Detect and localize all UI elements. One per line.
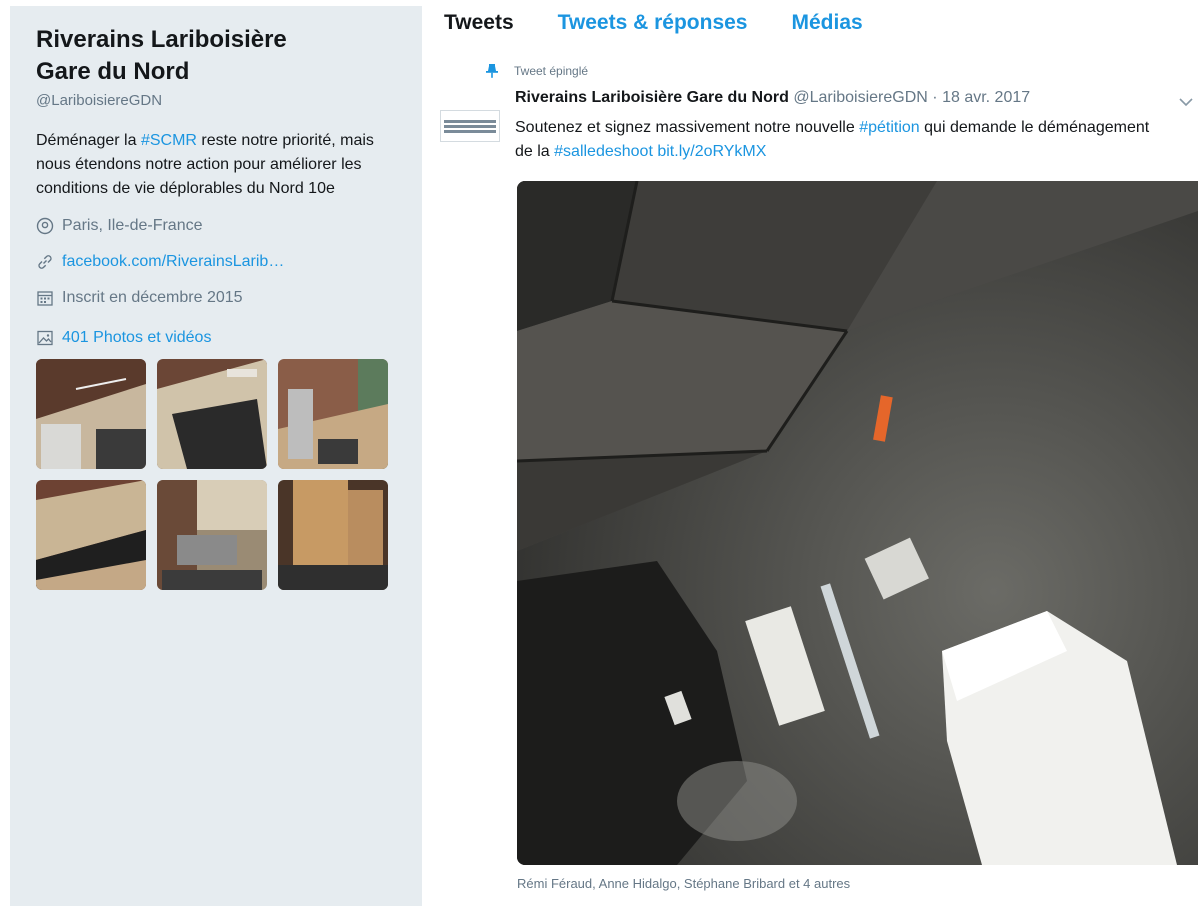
profile-bio: Déménager la #SCMR reste notre priorité,… xyxy=(36,129,386,201)
tweet-avatar[interactable] xyxy=(440,110,500,142)
pinned-tweet-label: Tweet épinglé xyxy=(486,64,588,78)
profile-website[interactable]: facebook.com/RiverainsLarib… xyxy=(36,251,396,273)
photo-thumbnail[interactable] xyxy=(36,359,146,469)
tab-media[interactable]: Médias xyxy=(791,11,862,35)
profile-location-text: Paris, Ile-de-France xyxy=(62,217,203,234)
avatar-logo-stripe xyxy=(444,129,496,133)
pinned-tweet-text: Tweet épinglé xyxy=(514,64,589,78)
tweet-date[interactable]: 18 avr. 2017 xyxy=(942,89,1030,106)
link-icon xyxy=(36,253,54,271)
calendar-icon xyxy=(36,289,54,307)
photo-icon xyxy=(36,329,54,347)
tweet-author-name[interactable]: Riverains Lariboisière Gare du Nord xyxy=(515,89,789,106)
profile-location: Paris, Ile-de-France xyxy=(36,215,396,237)
tweet-hashtag-petition[interactable]: #pétition xyxy=(859,119,920,136)
profile-name-line1[interactable]: Riverains Lariboisière xyxy=(36,24,396,56)
profile-handle[interactable]: @LariboisiereGDN xyxy=(36,92,396,109)
location-pin-icon xyxy=(36,217,54,235)
avatar-logo-stripe xyxy=(444,124,496,128)
chevron-down-icon[interactable] xyxy=(1178,95,1194,107)
profile-joined: Inscrit en décembre 2015 xyxy=(36,287,396,309)
profile-tabs: Tweets Tweets & réponses Médias xyxy=(444,6,907,40)
profile-joined-text: Inscrit en décembre 2015 xyxy=(62,289,243,306)
tweet-separator: · xyxy=(932,89,938,106)
bio-hashtag-scmr[interactable]: #SCMR xyxy=(141,132,197,149)
profile-name[interactable]: Riverains Lariboisière Gare du Nord xyxy=(36,24,396,88)
profile-card: Riverains Lariboisière Gare du Nord @Lar… xyxy=(10,6,422,906)
tab-tweets-and-replies[interactable]: Tweets & réponses xyxy=(558,11,748,35)
tagged-users[interactable]: Rémi Féraud, Anne Hidalgo, Stéphane Brib… xyxy=(517,876,850,891)
photos-videos-label[interactable]: 401 Photos et vidéos xyxy=(62,329,211,347)
tweet-text-part1: Soutenez et signez massivement notre nou… xyxy=(515,119,860,136)
photo-thumbnail-grid xyxy=(36,359,396,590)
tweet-hashtag-salledeshoot[interactable]: #salledeshoot xyxy=(554,143,653,160)
tab-tweets[interactable]: Tweets xyxy=(444,11,514,35)
photo-thumbnail[interactable] xyxy=(36,480,146,590)
profile-website-link[interactable]: facebook.com/RiverainsLarib… xyxy=(62,253,284,271)
photo-thumbnail[interactable] xyxy=(278,359,388,469)
photo-thumbnail[interactable] xyxy=(157,359,267,469)
avatar-logo-stripe xyxy=(444,119,496,123)
profile-name-line2[interactable]: Gare du Nord xyxy=(36,56,396,88)
tweet-author-handle[interactable]: @LariboisiereGDN xyxy=(793,89,928,106)
bio-text-before: Déménager la xyxy=(36,132,141,149)
tweet-header: Riverains Lariboisière Gare du Nord @Lar… xyxy=(515,89,1030,107)
photos-videos-link[interactable]: 401 Photos et vidéos xyxy=(36,329,396,347)
photo-thumbnail[interactable] xyxy=(278,480,388,590)
tweet-media-photo[interactable] xyxy=(517,181,1198,865)
photo-thumbnail[interactable] xyxy=(157,480,267,590)
tweet-link[interactable]: bit.ly/2oRYkMX xyxy=(657,143,766,160)
tweet-text: Soutenez et signez massivement notre nou… xyxy=(515,116,1155,164)
pin-icon xyxy=(486,64,498,78)
